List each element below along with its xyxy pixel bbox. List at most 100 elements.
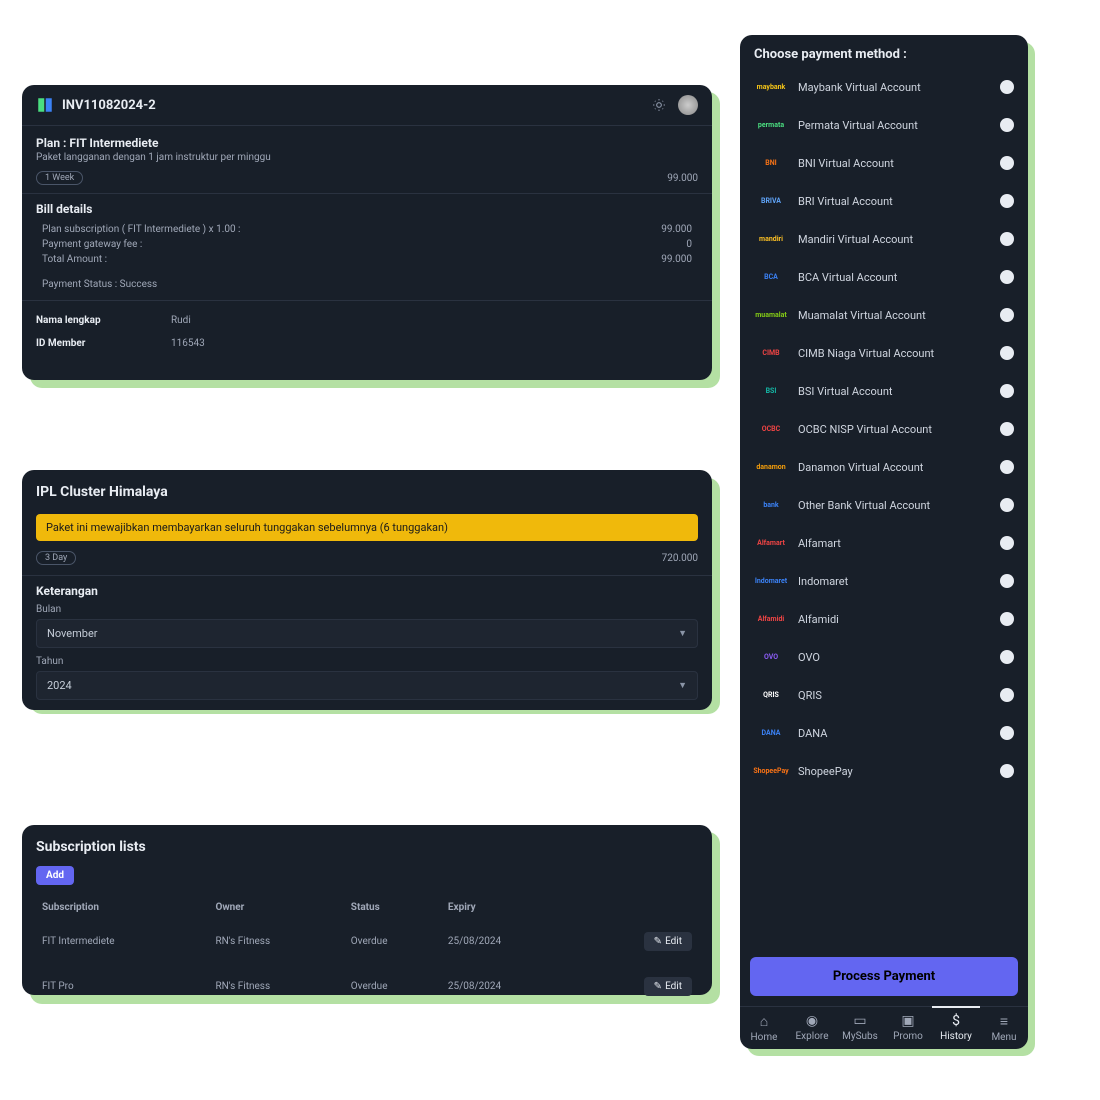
ipl-duration-chip: 3 Day (36, 551, 76, 565)
payment-method-item[interactable]: BSI BSI Virtual Account (740, 372, 1028, 410)
bank-logo-icon: BCA (754, 270, 788, 284)
plan-title: Plan : FIT Intermediete (36, 136, 698, 150)
bank-logo-icon: OCBC (754, 422, 788, 436)
payment-method-item[interactable]: BCA BCA Virtual Account (740, 258, 1028, 296)
bank-name: Alfamart (798, 537, 1000, 550)
bank-logo-icon: Alfamidi (754, 612, 788, 626)
payment-method-item[interactable]: QRIS QRIS (740, 676, 1028, 714)
bank-logo-icon: QRIS (754, 688, 788, 702)
nav-icon: ⌂ (740, 1013, 788, 1030)
bank-name: BCA Virtual Account (798, 271, 1000, 284)
bank-logo-icon: danamon (754, 460, 788, 474)
bank-logo-icon: bank (754, 498, 788, 512)
nav-menu[interactable]: ≡Menu (980, 1013, 1028, 1043)
pencil-icon: ✎ (654, 936, 662, 947)
bank-name: QRIS (798, 689, 1000, 702)
plan-amount: 99.000 (667, 173, 698, 184)
bank-name: Mandiri Virtual Account (798, 233, 1000, 246)
payment-method-item[interactable]: OVOOVO (740, 638, 1028, 676)
radio-button[interactable] (1000, 422, 1014, 436)
payment-method-item[interactable]: BRIVA BRI Virtual Account (740, 182, 1028, 220)
payment-method-item[interactable]: CIMBCIMB Niaga Virtual Account (740, 334, 1028, 372)
chevron-down-icon: ▼ (678, 628, 687, 639)
add-button[interactable]: Add (36, 866, 74, 885)
radio-button[interactable] (1000, 384, 1014, 398)
payment-method-item[interactable]: ShopeePayShopeePay (740, 752, 1028, 790)
bank-logo-icon: muamalat (754, 308, 788, 322)
radio-button[interactable] (1000, 764, 1014, 778)
plan-desc: Paket langganan dengan 1 jam instruktur … (36, 152, 698, 163)
keterangan-title: Keterangan (36, 584, 698, 598)
payment-method-item[interactable]: muamalatMuamalat Virtual Account (740, 296, 1028, 334)
radio-button[interactable] (1000, 118, 1014, 132)
payment-method-item[interactable]: mandiriMandiri Virtual Account (740, 220, 1028, 258)
pencil-icon: ✎ (654, 981, 662, 992)
payment-method-item[interactable]: maybank Maybank Virtual Account (740, 68, 1028, 106)
nav-icon: ◉ (788, 1013, 836, 1029)
radio-button[interactable] (1000, 156, 1014, 170)
radio-button[interactable] (1000, 650, 1014, 664)
payment-method-item[interactable]: OCBC OCBC NISP Virtual Account (740, 410, 1028, 448)
nav-icon: ≡ (980, 1013, 1028, 1030)
ipl-panel: IPL Cluster Himalaya Paket ini mewajibka… (22, 470, 712, 710)
month-select[interactable]: November▼ (36, 619, 698, 648)
payment-method-item[interactable]: Alfamart Alfamart (740, 524, 1028, 562)
subscription-panel: Subscription lists Add Subscription Owne… (22, 825, 712, 995)
radio-button[interactable] (1000, 460, 1014, 474)
subscription-table: Subscription Owner Status Expiry FIT Int… (36, 895, 698, 1010)
radio-button[interactable] (1000, 270, 1014, 284)
bank-logo-icon: BRIVA (754, 194, 788, 208)
bank-name: Maybank Virtual Account (798, 81, 1000, 94)
bank-name: BRI Virtual Account (798, 195, 1000, 208)
nav-icon: $ (932, 1013, 980, 1029)
nav-mysubs[interactable]: ▭MySubs (836, 1013, 884, 1043)
payment-status: Payment Status : Success (42, 279, 157, 290)
payment-method-item[interactable]: permata Permata Virtual Account (740, 106, 1028, 144)
bank-logo-icon: permata (754, 118, 788, 132)
nav-promo[interactable]: ▣Promo (884, 1013, 932, 1043)
radio-button[interactable] (1000, 612, 1014, 626)
bank-name: OCBC NISP Virtual Account (798, 423, 1000, 436)
radio-button[interactable] (1000, 536, 1014, 550)
bank-name: BSI Virtual Account (798, 385, 1000, 398)
nav-home[interactable]: ⌂Home (740, 1013, 788, 1043)
bank-logo-icon: CIMB (754, 346, 788, 360)
process-payment-button[interactable]: Process Payment (750, 957, 1018, 996)
radio-button[interactable] (1000, 232, 1014, 246)
year-select[interactable]: 2024▼ (36, 671, 698, 700)
chevron-down-icon: ▼ (678, 680, 687, 691)
payment-method-item[interactable]: DANADANA (740, 714, 1028, 752)
nav-history[interactable]: $History (932, 1006, 980, 1043)
payment-method-item[interactable]: danamon Danamon Virtual Account (740, 448, 1028, 486)
radio-button[interactable] (1000, 498, 1014, 512)
bank-logo-icon: maybank (754, 80, 788, 94)
nav-explore[interactable]: ◉Explore (788, 1013, 836, 1043)
payment-panel: Choose payment method : maybank Maybank V… (740, 35, 1028, 1049)
bank-name: ShopeePay (798, 765, 1000, 778)
invoice-number: INV11082024-2 (62, 98, 652, 113)
bank-name: Danamon Virtual Account (798, 461, 1000, 474)
payment-method-item[interactable]: IndomaretIndomaret (740, 562, 1028, 600)
payment-method-item[interactable]: BNIBNI Virtual Account (740, 144, 1028, 182)
bank-logo-icon: BNI (754, 156, 788, 170)
edit-button[interactable]: ✎ Edit (644, 932, 692, 951)
theme-toggle-icon[interactable] (652, 98, 666, 112)
radio-button[interactable] (1000, 80, 1014, 94)
payment-title: Choose payment method : (740, 35, 1028, 68)
bank-name: Permata Virtual Account (798, 119, 1000, 132)
duration-chip: 1 Week (36, 171, 83, 185)
app-logo-icon (36, 96, 54, 114)
radio-button[interactable] (1000, 346, 1014, 360)
radio-button[interactable] (1000, 726, 1014, 740)
radio-button[interactable] (1000, 194, 1014, 208)
bank-logo-icon: Alfamart (754, 536, 788, 550)
payment-method-item[interactable]: AlfamidiAlfamidi (740, 600, 1028, 638)
edit-button[interactable]: ✎ Edit (644, 977, 692, 996)
radio-button[interactable] (1000, 574, 1014, 588)
radio-button[interactable] (1000, 688, 1014, 702)
radio-button[interactable] (1000, 308, 1014, 322)
avatar[interactable] (678, 95, 698, 115)
bank-logo-icon: BSI (754, 384, 788, 398)
payment-method-item[interactable]: bankOther Bank Virtual Account (740, 486, 1028, 524)
invoice-panel: INV11082024-2 Plan : FIT Intermediete Pa… (22, 85, 712, 380)
